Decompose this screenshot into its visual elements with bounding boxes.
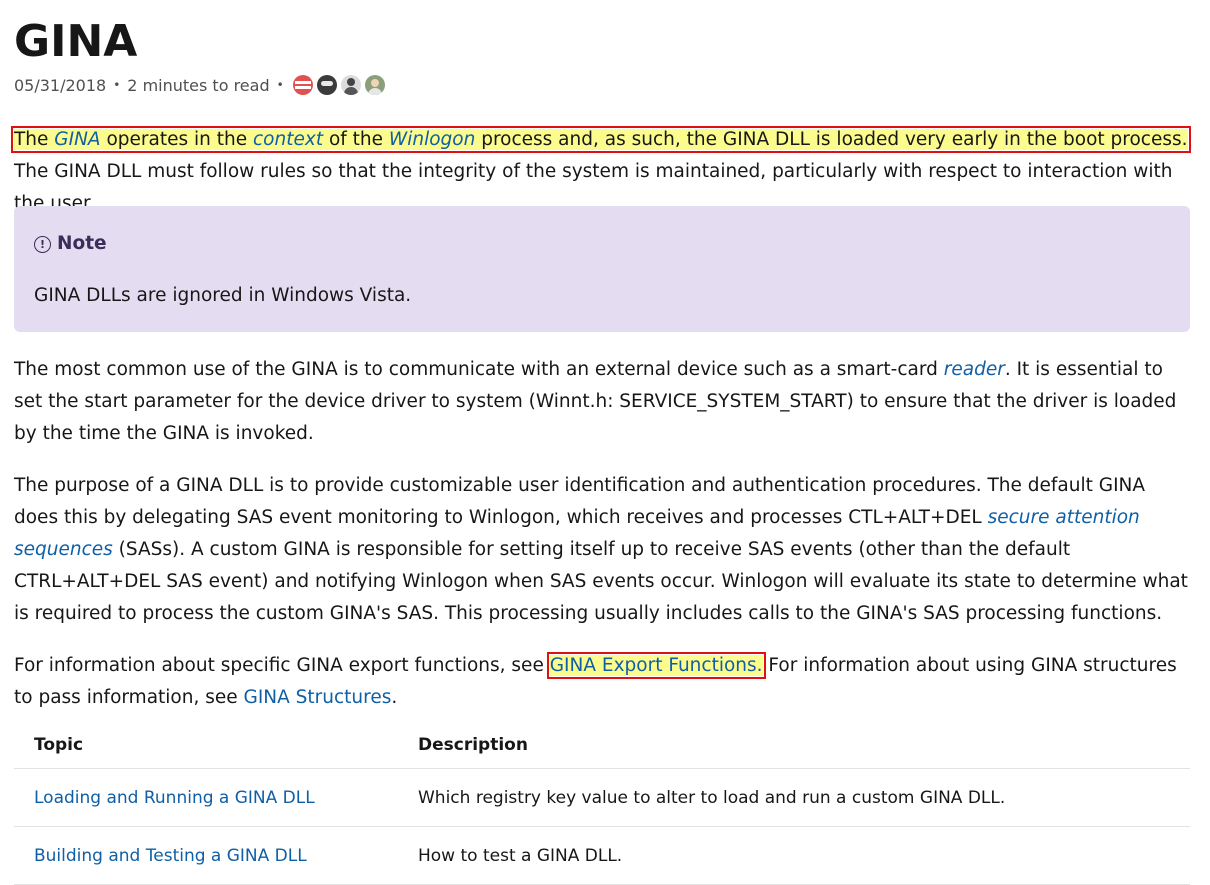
note-body: GINA DLLs are ignored in Windows Vista. [34, 285, 412, 306]
meta-separator: • [276, 78, 284, 92]
page-title: GINA [14, 16, 138, 67]
text: The most common use of the GINA is to co… [14, 359, 944, 380]
contributor-avatar-2[interactable] [316, 75, 337, 95]
description-cell: Which registry key value to alter to loa… [418, 787, 1006, 808]
context-link[interactable]: context [253, 129, 323, 150]
winlogon-link[interactable]: Winlogon [389, 129, 475, 150]
paragraph-references: For information about specific GINA expo… [14, 650, 1194, 714]
column-header-description: Description [418, 735, 528, 755]
meta-separator: • [113, 78, 121, 92]
paragraph-smart-card: The most common use of the GINA is to co… [14, 354, 1194, 450]
paragraph-purpose: The purpose of a GINA DLL is to provide … [14, 470, 1194, 630]
table-row: Building and Testing a GINA DLL How to t… [14, 827, 1190, 885]
text: . [391, 687, 398, 708]
text: The purpose of a GINA DLL is to provide … [14, 475, 1146, 528]
gina-export-functions-link[interactable]: GINA Export Functions. [546, 652, 766, 679]
text: For information about specific GINA expo… [14, 655, 550, 676]
text: of the [323, 129, 389, 150]
contributor-avatar-1[interactable] [292, 75, 313, 95]
topics-table: Topic Description Loading and Running a … [14, 722, 1190, 885]
contributor-avatar-4[interactable] [364, 75, 385, 95]
reader-link[interactable]: reader [944, 359, 1005, 380]
note-title: Note [57, 233, 107, 254]
column-header-topic: Topic [34, 735, 84, 755]
contributor-avatar-3[interactable] [340, 75, 361, 95]
text: operates in the [100, 129, 254, 150]
highlighted-sentence: The GINA operates in the context of the … [11, 126, 1191, 153]
gina-structures-link[interactable]: GINA Structures [244, 687, 392, 708]
note-callout: ! Note GINA DLLs are ignored in Windows … [14, 206, 1190, 332]
note-heading: ! Note [34, 228, 1170, 260]
loading-running-link[interactable]: Loading and Running a GINA DLL [34, 788, 315, 808]
read-time: 2 minutes to read [127, 75, 270, 95]
text: process and, as such, the GINA DLL is lo… [475, 129, 1188, 150]
text: The [14, 129, 55, 150]
article-metadata: 05/31/2018 • 2 minutes to read • [14, 72, 385, 98]
topic-cell: Loading and Running a GINA DLL [14, 788, 418, 808]
table-row: Loading and Running a GINA DLL Which reg… [14, 769, 1190, 827]
table-header-row: Topic Description [14, 722, 1190, 769]
article-date: 05/31/2018 [14, 75, 107, 95]
text: (SASs). A custom GINA is responsible for… [14, 539, 1188, 624]
contributors-list [292, 75, 385, 95]
info-icon: ! [34, 235, 51, 253]
gina-link[interactable]: GINA [54, 129, 100, 150]
article-page: GINA 05/31/2018 • 2 minutes to read • Th… [0, 0, 1210, 885]
